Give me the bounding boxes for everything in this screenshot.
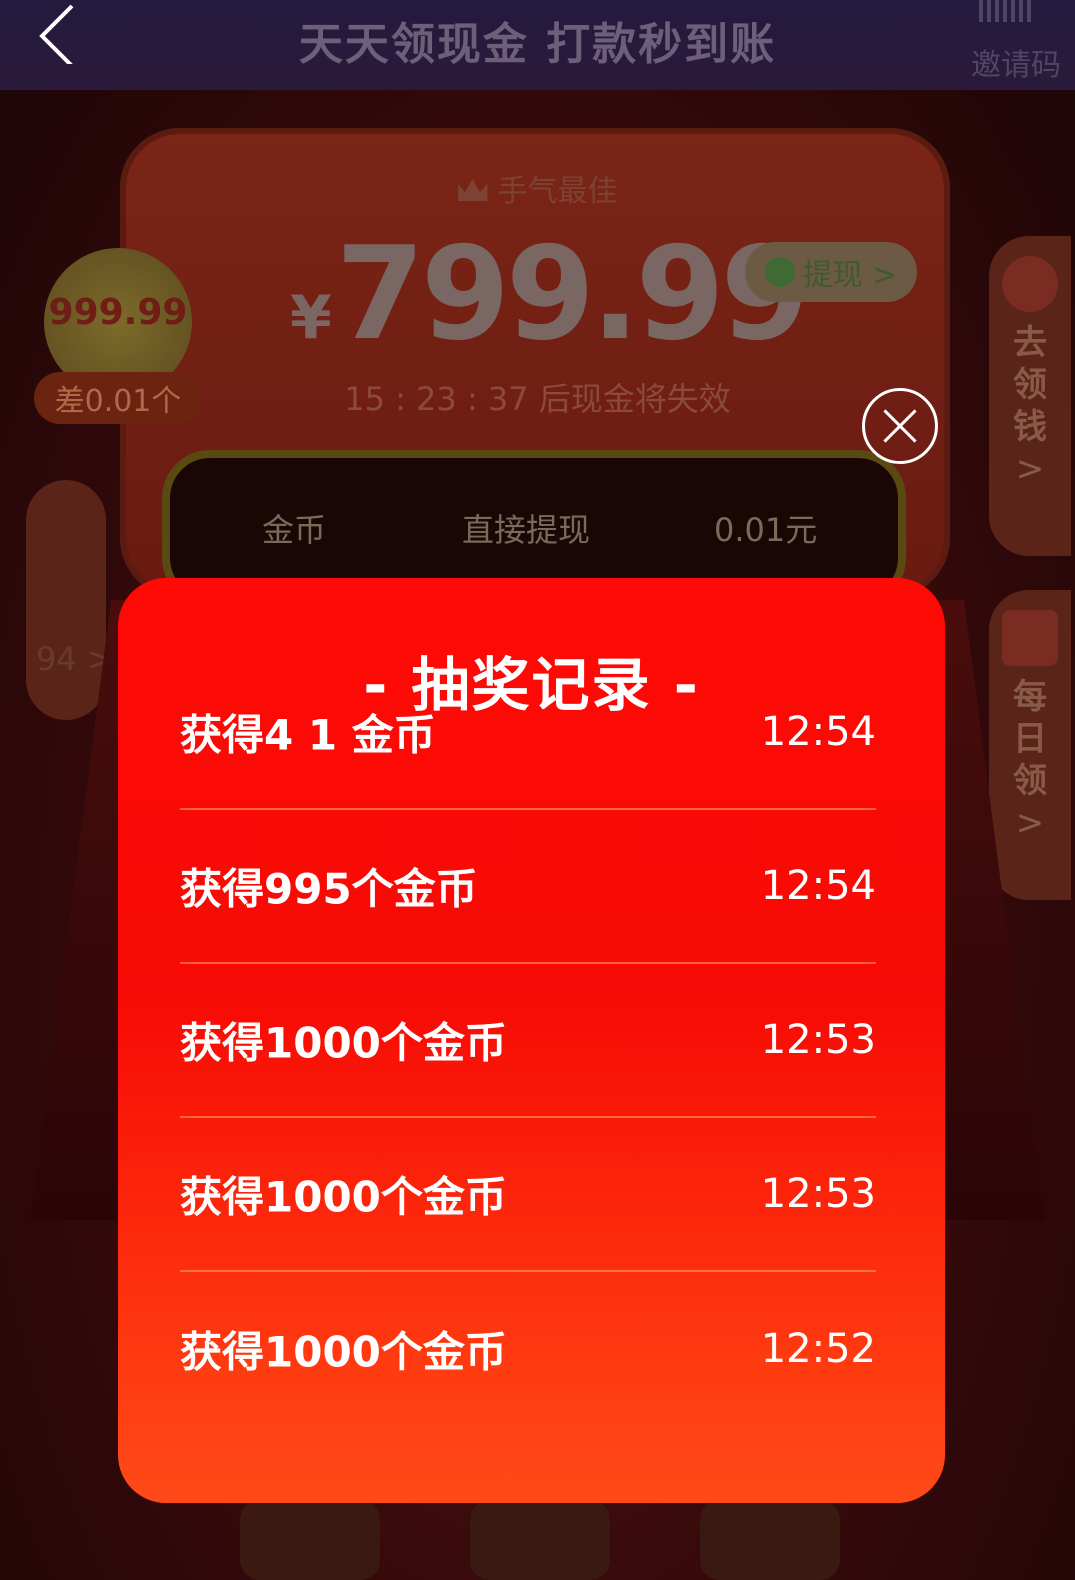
- left-side-widget[interactable]: [26, 480, 106, 720]
- chevron-right-icon: >: [1015, 449, 1045, 489]
- crown-icon: [457, 179, 488, 201]
- bottom-button-2[interactable]: [470, 1500, 610, 1580]
- right-tab-get-money[interactable]: 去 领 钱 >: [989, 236, 1071, 556]
- list-item: 获得1000个金币 12:53: [180, 1118, 876, 1272]
- list-item: 获得4 1 金币 12:54: [180, 706, 876, 810]
- list-item: 获得1000个金币 12:52: [180, 1326, 876, 1377]
- invite-code-link[interactable]: 邀请码: [971, 40, 1061, 84]
- record-list[interactable]: 获得4 1 金币 12:54 获得995个金币 12:54 获得1000个金币 …: [180, 706, 876, 1476]
- chevron-right-icon: >: [1015, 803, 1045, 843]
- close-modal-icon[interactable]: [862, 388, 938, 464]
- col-amount: 0.01元: [714, 511, 818, 549]
- col-coin: 金币: [262, 511, 327, 549]
- location-pin-icon: [1002, 256, 1058, 312]
- list-item: 获得995个金币 12:54: [180, 810, 876, 964]
- check-circle-icon: [764, 257, 795, 287]
- lottery-record-modal: - 抽奖记录 - 获得4 1 金币 12:54 获得995个金币 12:54 获…: [118, 578, 945, 1503]
- best-luck-label: 手气最佳: [0, 166, 1075, 210]
- red-envelope-icon: [1002, 610, 1058, 666]
- coin-bubble-amount: 999.99: [48, 292, 188, 333]
- coin-diff-badge: 差0.01个: [34, 372, 202, 424]
- list-item: 获得1000个金币 12:53: [180, 964, 876, 1118]
- col-withdraw: 直接提现: [462, 511, 591, 549]
- top-bar: 天天领现金 打款秒到账 邀请码: [0, 0, 1075, 90]
- page-title: 天天领现金 打款秒到账: [298, 19, 777, 70]
- bottom-button-3[interactable]: [700, 1500, 840, 1580]
- cash-amount: ¥799.99: [290, 220, 810, 369]
- barcode-icon[interactable]: [979, 0, 1035, 22]
- withdraw-button[interactable]: 提现 >: [745, 242, 917, 302]
- bottom-button-1[interactable]: [240, 1500, 380, 1580]
- right-tab-daily[interactable]: 每 日 领 >: [989, 590, 1071, 900]
